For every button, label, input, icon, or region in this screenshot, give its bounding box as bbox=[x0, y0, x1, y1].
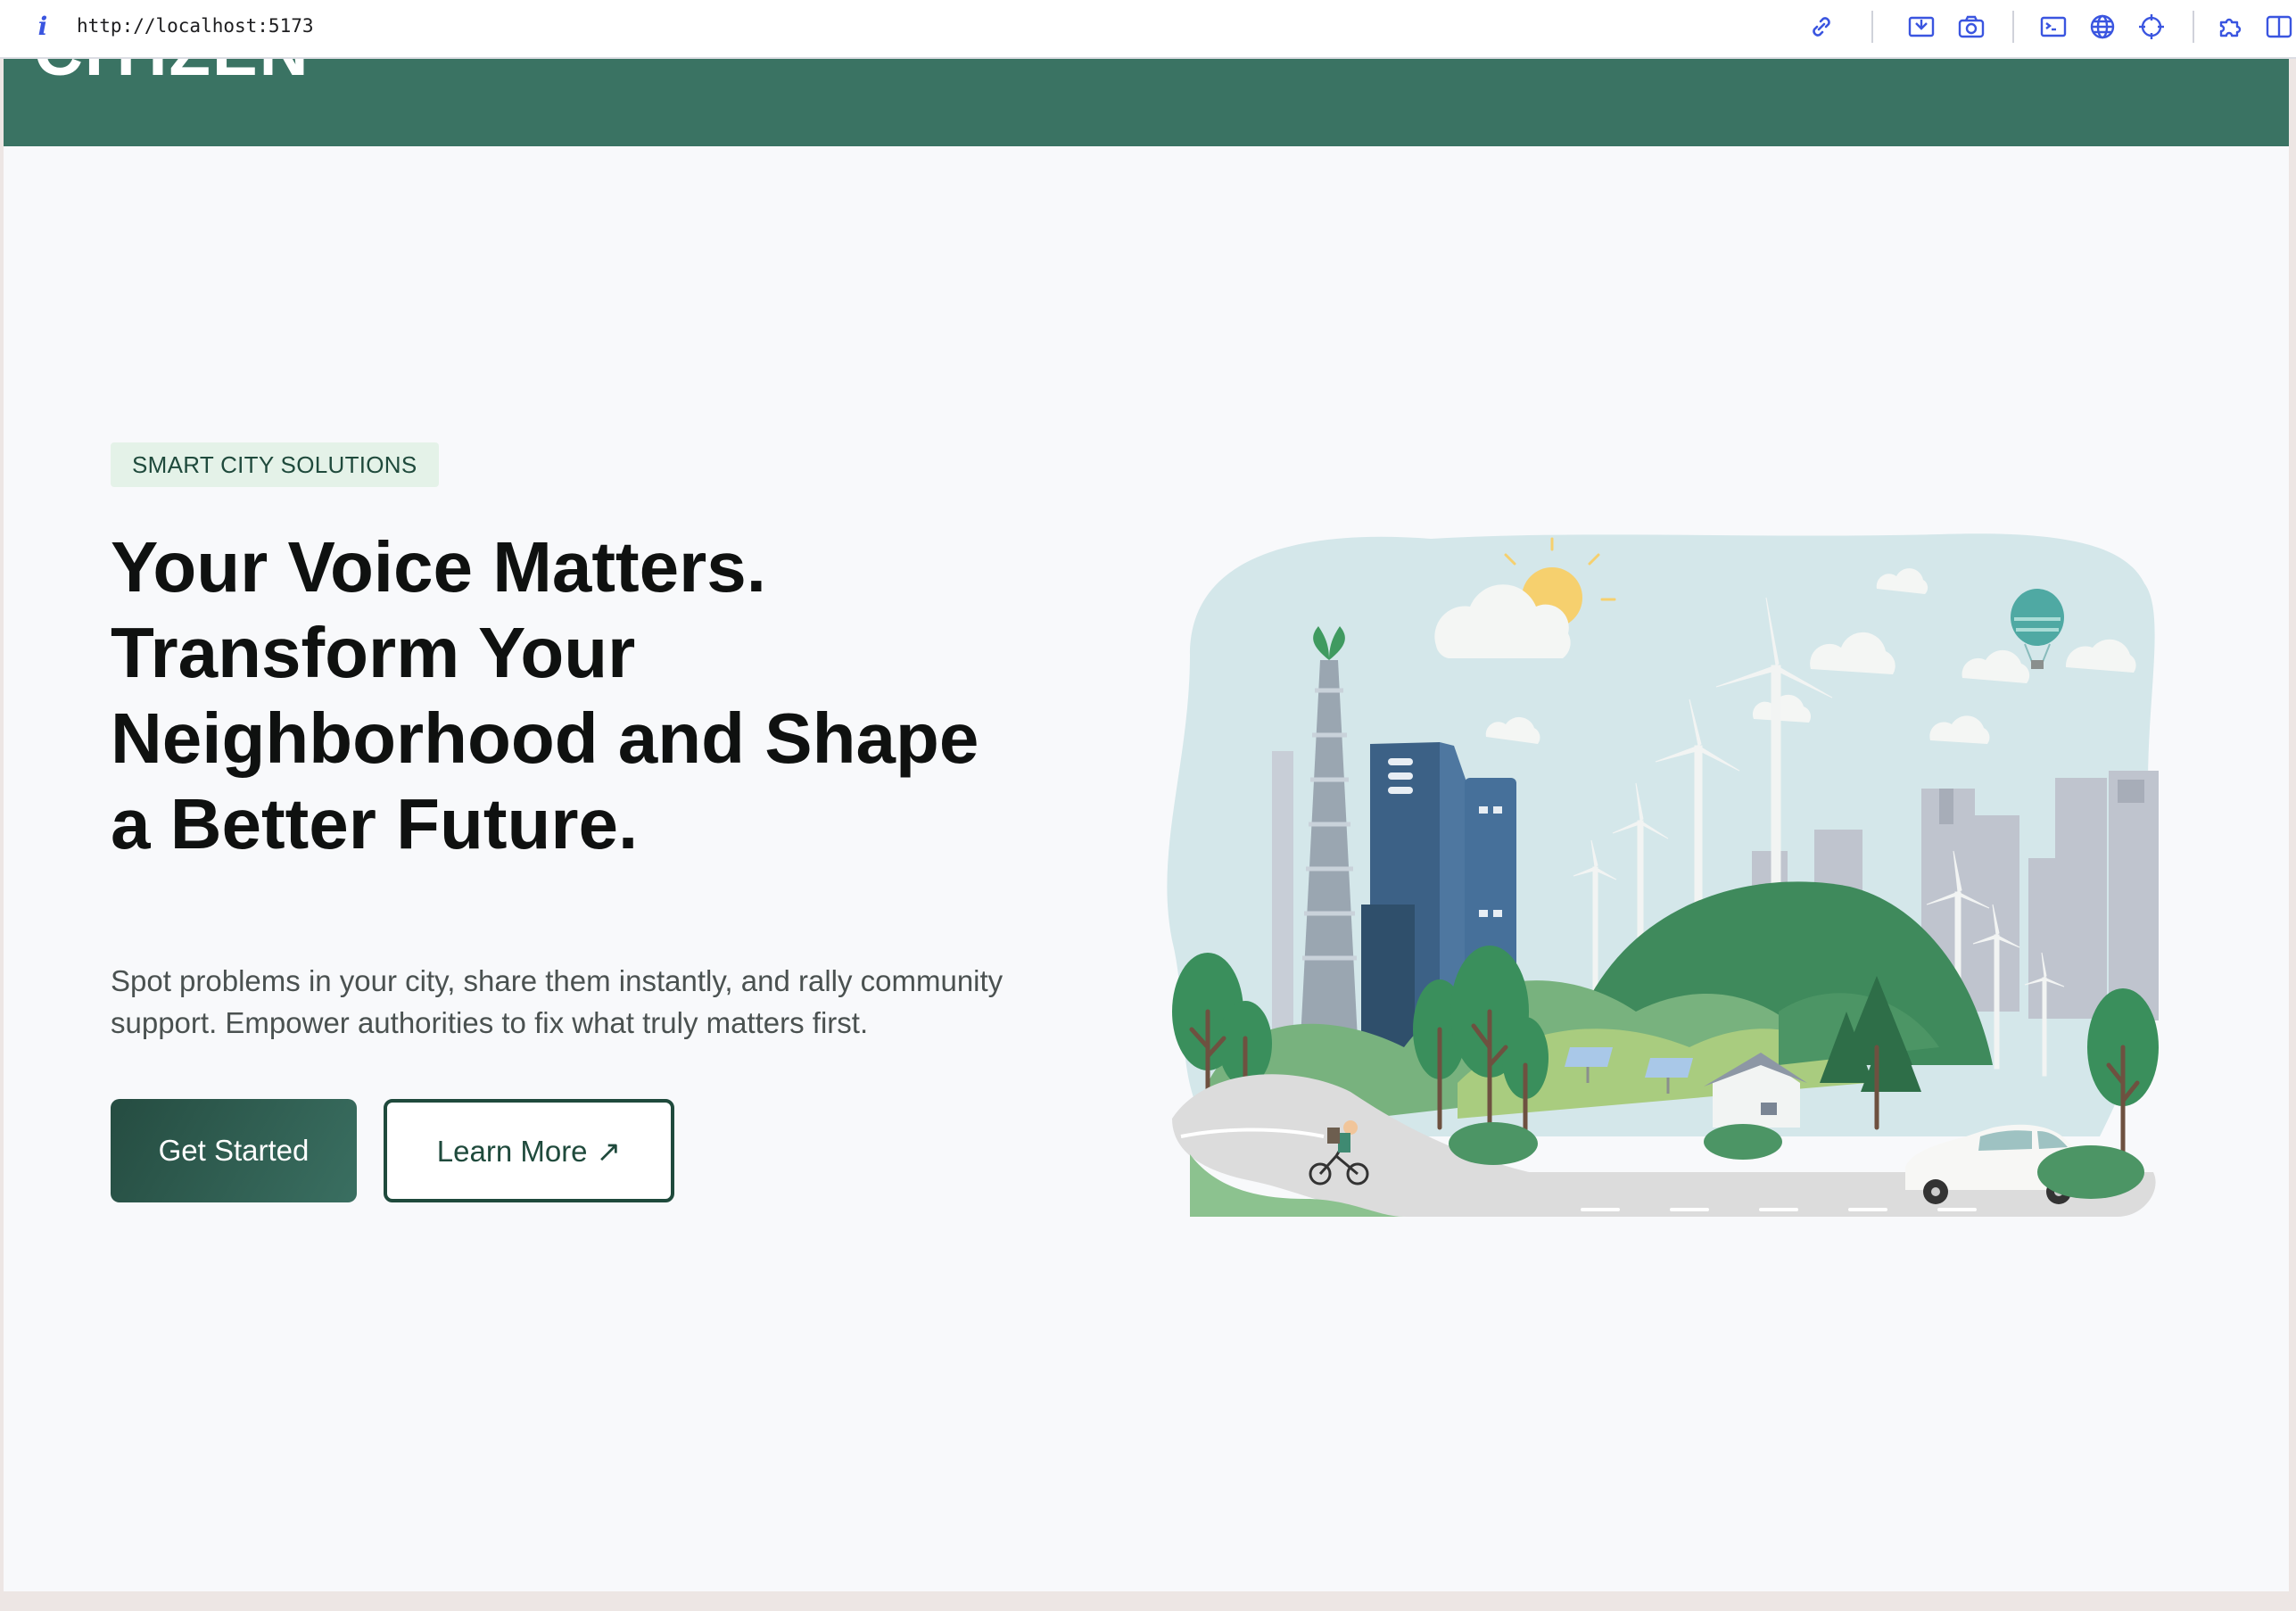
city-illustration-svg bbox=[1167, 533, 2159, 1217]
screenshot-area-icon[interactable] bbox=[1906, 12, 1937, 42]
arrow-up-right-icon: ↗ bbox=[596, 1134, 622, 1168]
terminal-icon[interactable] bbox=[2038, 12, 2069, 42]
info-icon[interactable]: i bbox=[34, 11, 52, 43]
split-view-icon[interactable] bbox=[2264, 12, 2294, 42]
brand-logo[interactable]: CITIZEN bbox=[34, 59, 310, 93]
hero-headline: Your Voice Matters. Transform Your Neigh… bbox=[111, 527, 979, 863]
hero-description: Spot problems in your city, share them i… bbox=[111, 964, 1003, 1039]
toolbar-divider bbox=[2012, 11, 2014, 43]
get-started-button[interactable]: Get Started bbox=[111, 1099, 357, 1202]
extension-icon[interactable] bbox=[2216, 12, 2246, 42]
globe-icon[interactable] bbox=[2087, 12, 2118, 42]
toolbar-divider bbox=[2193, 11, 2194, 43]
url-field[interactable]: http://localhost:5173 bbox=[77, 12, 314, 39]
browser-toolbar: i http://localhost:5173 bbox=[0, 0, 2296, 59]
site-header: CITIZEN bbox=[4, 59, 2289, 146]
link-icon[interactable] bbox=[1806, 12, 1837, 42]
city-illustration bbox=[1136, 512, 2171, 1226]
page-viewport: CITIZEN SMART CITY SOLUTIONS Your Voice … bbox=[4, 59, 2289, 1591]
learn-more-button[interactable]: Learn More ↗ bbox=[384, 1099, 674, 1202]
toolbar-divider bbox=[1871, 11, 1873, 43]
crosshair-icon[interactable] bbox=[2136, 12, 2167, 42]
camera-icon[interactable] bbox=[1956, 12, 1986, 42]
hero-badge: SMART CITY SOLUTIONS bbox=[111, 442, 439, 487]
learn-more-label: Learn More bbox=[436, 1134, 588, 1168]
